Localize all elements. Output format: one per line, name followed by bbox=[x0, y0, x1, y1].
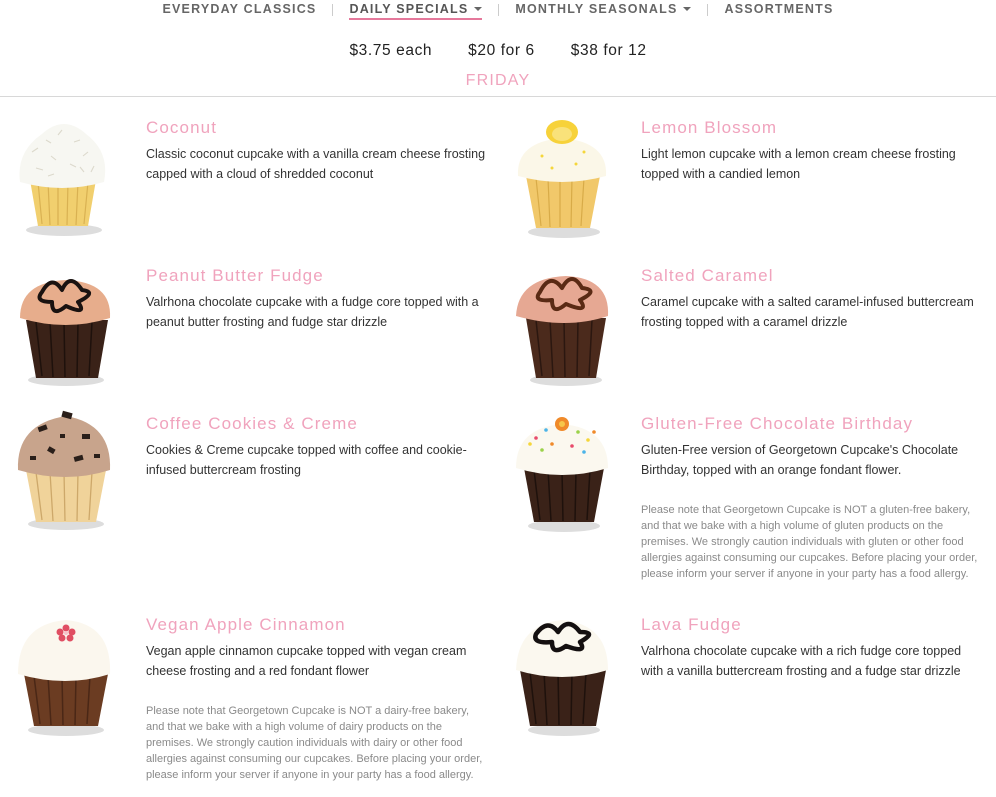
item-description: Classic coconut cupcake with a vanilla c… bbox=[146, 147, 486, 181]
gluten-free-chocolate-birthday-cupcake-image bbox=[512, 404, 612, 534]
menu-item-coconut: Coconut Classic coconut cupcake with a v… bbox=[146, 118, 486, 184]
item-description: Valrhona chocolate cupcake with a fudge … bbox=[146, 295, 479, 329]
item-description: Valrhona chocolate cupcake with a rich f… bbox=[641, 644, 962, 678]
menu-item-salted-caramel: Salted Caramel Caramel cupcake with a sa… bbox=[641, 266, 981, 332]
nav-daily-specials-label: DAILY SPECIALS bbox=[349, 2, 469, 16]
nav-daily-specials[interactable]: DAILY SPECIALS bbox=[349, 0, 483, 20]
nav-assortments[interactable]: ASSORTMENTS bbox=[724, 0, 833, 16]
day-heading: FRIDAY bbox=[465, 72, 531, 89]
item-name[interactable]: Vegan Apple Cinnamon bbox=[146, 615, 486, 635]
item-description: Light lemon cupcake with a lemon cream c… bbox=[641, 147, 956, 181]
lemon-blossom-cupcake-image bbox=[512, 112, 612, 242]
menu-item-coffee-cookies-creme: Coffee Cookies & Creme Cookies & Creme c… bbox=[146, 414, 486, 480]
salted-caramel-cupcake-image bbox=[512, 262, 612, 392]
nav-everyday-classics[interactable]: EVERYDAY CLASSICS bbox=[162, 0, 316, 16]
item-name[interactable]: Peanut Butter Fudge bbox=[146, 266, 486, 286]
menu-item-vegan-apple-cinnamon: Vegan Apple Cinnamon Vegan apple cinnamo… bbox=[146, 615, 486, 783]
item-name[interactable]: Lemon Blossom bbox=[641, 118, 981, 138]
price-twelve: $38 for 12 bbox=[570, 42, 647, 59]
allergy-note: Please note that Georgetown Cupcake is N… bbox=[641, 504, 978, 580]
section-divider bbox=[0, 96, 996, 97]
chevron-down-icon bbox=[474, 7, 483, 11]
chevron-down-icon bbox=[683, 7, 692, 11]
menu-item-lava-fudge: Lava Fudge Valrhona chocolate cupcake wi… bbox=[641, 615, 981, 681]
pricing-row: $3.75 each $20 for 6 $38 for 12 bbox=[0, 42, 996, 60]
item-name[interactable]: Lava Fudge bbox=[641, 615, 981, 635]
item-name[interactable]: Gluten-Free Chocolate Birthday bbox=[641, 414, 981, 434]
vegan-apple-cinnamon-cupcake-image bbox=[12, 610, 112, 740]
coconut-cupcake-image bbox=[12, 112, 112, 242]
menu-item-lemon-blossom: Lemon Blossom Light lemon cupcake with a… bbox=[641, 118, 981, 184]
lava-fudge-cupcake-image bbox=[512, 610, 612, 740]
nav-divider bbox=[707, 4, 709, 16]
peanut-butter-fudge-cupcake-image bbox=[12, 262, 112, 392]
menu-item-peanut-butter-fudge: Peanut Butter Fudge Valrhona chocolate c… bbox=[146, 266, 486, 332]
nav-divider bbox=[498, 4, 500, 16]
item-name[interactable]: Coconut bbox=[146, 118, 486, 138]
item-description: Cookies & Creme cupcake topped with coff… bbox=[146, 443, 467, 477]
allergy-note: Please note that Georgetown Cupcake is N… bbox=[146, 705, 483, 781]
menu-item-gluten-free-chocolate-birthday: Gluten-Free Chocolate Birthday Gluten-Fr… bbox=[641, 414, 981, 582]
price-each: $3.75 each bbox=[349, 42, 433, 59]
item-name[interactable]: Salted Caramel bbox=[641, 266, 981, 286]
nav-everyday-classics-label: EVERYDAY CLASSICS bbox=[162, 2, 317, 16]
price-six: $20 for 6 bbox=[468, 42, 535, 59]
item-description: Vegan apple cinnamon cupcake topped with… bbox=[146, 644, 467, 678]
coffee-cookies-creme-cupcake-image bbox=[12, 404, 112, 534]
category-nav: EVERYDAY CLASSICS DAILY SPECIALS MONTHLY… bbox=[0, 0, 996, 20]
nav-monthly-seasonals-label: MONTHLY SEASONALS bbox=[515, 2, 678, 16]
item-description: Caramel cupcake with a salted caramel-in… bbox=[641, 295, 974, 329]
nav-divider bbox=[332, 4, 334, 16]
nav-assortments-label: ASSORTMENTS bbox=[724, 2, 834, 16]
nav-monthly-seasonals[interactable]: MONTHLY SEASONALS bbox=[515, 0, 692, 16]
item-description: Gluten-Free version of Georgetown Cupcak… bbox=[641, 443, 959, 477]
item-name[interactable]: Coffee Cookies & Creme bbox=[146, 414, 486, 434]
